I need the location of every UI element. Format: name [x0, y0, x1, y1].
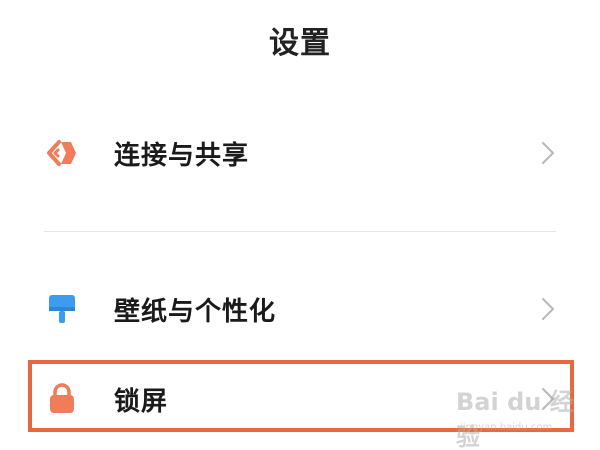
divider: [44, 231, 556, 232]
settings-screen: 设置 连接与共享 壁纸与个性化 锁屏 Bai du 经验 jingyan.bai…: [0, 0, 600, 450]
chevron-right-icon: [538, 138, 558, 168]
lock-icon: [44, 381, 80, 417]
page-title: 设置: [269, 26, 331, 61]
settings-item-connect-share[interactable]: 连接与共享: [0, 118, 600, 188]
chevron-right-icon: [538, 294, 558, 324]
chevron-right-icon: [538, 384, 558, 414]
settings-item-label: 壁纸与个性化: [114, 296, 277, 327]
connect-share-icon: [44, 135, 80, 171]
settings-item-label: 锁屏: [114, 386, 169, 417]
paintbrush-icon: [44, 291, 80, 327]
settings-item-lock-screen[interactable]: 锁屏: [0, 364, 600, 434]
settings-item-wallpaper-personalization[interactable]: 壁纸与个性化: [0, 274, 600, 344]
settings-item-label: 连接与共享: [114, 140, 250, 171]
